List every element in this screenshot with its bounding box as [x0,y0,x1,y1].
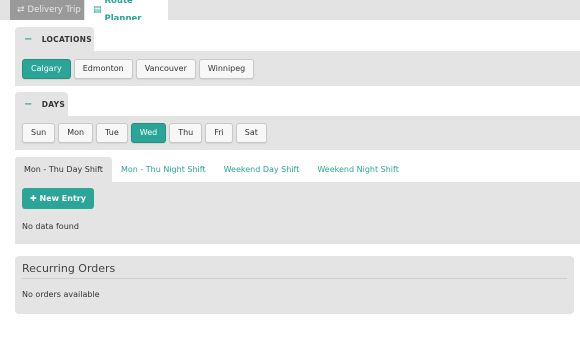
day-sat-button[interactable]: Sat [235,123,267,143]
locations-header-label: LOCATIONS [41,34,92,44]
location-edmonton-button[interactable]: Edmonton [73,59,133,79]
days-header-label: DAYS [41,99,66,109]
tab-route-planner[interactable]: ▤ Route Planner [85,0,168,24]
days-button-group: Sun Mon Tue Wed Thu Fri Sat [22,123,267,143]
shift-tab-bar: Mon - Thu Day Shift Mon - Thu Night Shif… [15,157,580,182]
calendar-icon: ▤ [93,4,102,15]
day-fri-button[interactable]: Fri [205,123,233,143]
location-winnipeg-button[interactable]: Winnipeg [198,59,255,79]
tab-delivery-trip[interactable]: ⇄ Delivery Trip [10,0,84,20]
collapse-minus-icon: − [24,98,33,110]
new-entry-button[interactable]: ✚ New Entry [22,188,94,209]
day-mon-button[interactable]: Mon [58,123,94,143]
collapse-minus-icon: − [24,33,33,45]
new-entry-label: New Entry [39,194,86,203]
locations-panel-header[interactable]: − LOCATIONS [15,27,94,51]
location-vancouver-button[interactable]: Vancouver [135,59,196,79]
divider [22,278,567,279]
days-panel-header[interactable]: − DAYS [15,92,68,116]
recurring-orders-title: Recurring Orders [22,262,116,275]
day-thu-button[interactable]: Thu [169,123,203,143]
day-sun-button[interactable]: Sun [22,123,56,143]
empty-state-text: No data found [22,222,79,231]
day-wed-button[interactable]: Wed [130,123,167,143]
recurring-orders-panel: Recurring Orders No orders available [15,256,574,314]
day-tue-button[interactable]: Tue [96,123,128,143]
location-calgary-button[interactable]: Calgary [22,59,71,79]
tab-mon-thu-day-shift[interactable]: Mon - Thu Day Shift [15,157,112,182]
tab-weekend-night-shift[interactable]: Weekend Night Shift [308,157,407,182]
shift-panel: ✚ New Entry No data found [15,182,580,244]
recurring-orders-empty-text: No orders available [22,290,100,299]
top-tab-bar: ⇄ Delivery Trip ▤ Route Planner [0,0,580,24]
plus-icon: ✚ [30,194,37,203]
locations-button-group: Calgary Edmonton Vancouver Winnipeg [22,59,255,79]
tab-mon-thu-night-shift[interactable]: Mon - Thu Night Shift [112,157,215,182]
tab-weekend-day-shift[interactable]: Weekend Day Shift [215,157,309,182]
tab-delivery-trip-label: Delivery Trip [27,5,81,15]
swap-arrows-icon: ⇄ [17,4,25,15]
